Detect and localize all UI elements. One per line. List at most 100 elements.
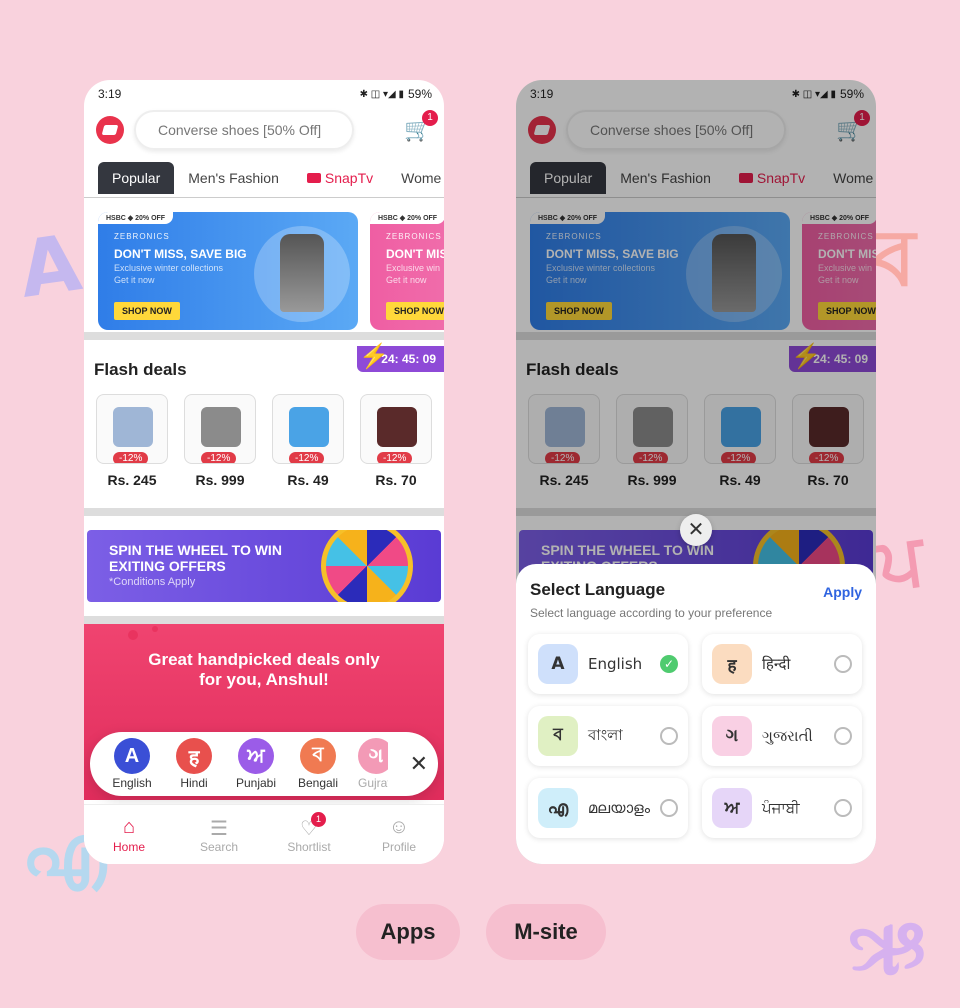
- tab-popular[interactable]: Popular: [98, 161, 175, 194]
- language-option-punjabi[interactable]: ਅ ਪੰਜਾਬੀ: [702, 778, 862, 838]
- product-list: -12% Rs. 245 -12% Rs. 999 -12% Rs. 49 -1…: [94, 394, 434, 488]
- heart-icon: ♡: [300, 817, 318, 840]
- snapdeal-logo-icon[interactable]: [528, 116, 556, 144]
- lang-chip-bengali[interactable]: ব Bengali: [296, 738, 340, 790]
- hindi-glyph-icon: ह: [712, 644, 752, 684]
- apps-phone: 3:19 ✱ ◫ ▾◢ ▮ 59% Converse shoes [50% Of…: [84, 80, 444, 864]
- language-option-english[interactable]: A English ✓: [528, 634, 688, 694]
- banner-brand: ZEBRONICS: [386, 232, 442, 241]
- product-card[interactable]: -12% Rs. 999: [184, 394, 256, 488]
- bengali-glyph-icon: ব: [300, 738, 336, 774]
- banner-brand: ZEBRONICS: [818, 232, 874, 241]
- product-image: -12%: [96, 394, 168, 464]
- product-image: -12%: [704, 394, 776, 464]
- lang-chip-punjabi[interactable]: ਅ Punjabi: [234, 738, 278, 790]
- product-card[interactable]: -12% Rs. 49: [704, 394, 776, 488]
- product-price: Rs. 49: [719, 472, 761, 488]
- promo-banner[interactable]: HSBC ◆ 20% OFF ZEBRONICS DON'T MIS Exclu…: [802, 212, 876, 330]
- language-picker-bar: A English ह Hindi ਅ Punjabi ব Bengali ગ …: [90, 732, 438, 796]
- search-icon: ☰: [210, 817, 228, 840]
- deals-line2: for you, Anshul!: [199, 670, 329, 689]
- promo-banner[interactable]: HSBC ◆ 20% OFF ZEBRONICS DON'T MIS Exclu…: [370, 212, 444, 330]
- snapdeal-logo-icon[interactable]: [96, 116, 124, 144]
- promo-banner[interactable]: HSBC ◆ 20% OFF ZEBRONICS DON'T MISS, SAV…: [530, 212, 790, 330]
- shop-now-button[interactable]: SHOP NOW: [546, 302, 612, 320]
- close-icon[interactable]: ✕: [410, 751, 428, 777]
- product-price: Rs. 999: [195, 472, 245, 488]
- search-input[interactable]: Converse shoes [50% Off]: [134, 110, 354, 150]
- deals-line1: Great handpicked deals only: [148, 650, 380, 669]
- tab-snaptv[interactable]: SnapTv: [293, 162, 387, 194]
- radio-button[interactable]: [660, 727, 678, 745]
- shop-now-button[interactable]: SHOP NOW: [818, 302, 876, 320]
- juicer-image: [280, 234, 324, 312]
- product-price: Rs. 245: [539, 472, 589, 488]
- language-option-gujarati[interactable]: ગ ગુજરાતી: [702, 706, 862, 766]
- status-time: 3:19: [98, 87, 122, 101]
- radio-button[interactable]: [834, 799, 852, 817]
- sheet-subtitle: Select language according to your prefer…: [530, 606, 773, 620]
- lang-chip-english[interactable]: A English: [110, 738, 154, 790]
- nav-profile[interactable]: ☺ Profile: [364, 816, 434, 854]
- product-card[interactable]: -12% Rs. 245: [96, 394, 168, 488]
- nav-home[interactable]: ⌂ Home: [94, 816, 164, 854]
- prize-wheel-icon: [321, 530, 413, 602]
- discount-badge: -12%: [809, 452, 845, 463]
- lang-chip-hindi[interactable]: ह Hindi: [172, 738, 216, 790]
- nav-shortlist[interactable]: ♡ 1 Shortlist: [274, 811, 344, 854]
- product-image: -12%: [360, 394, 432, 464]
- spin-wheel-banner[interactable]: SPIN THE WHEEL TO WIN EXITING OFFERS *Co…: [87, 530, 441, 602]
- product-card[interactable]: -12% Rs. 245: [528, 394, 600, 488]
- product-card[interactable]: -12% Rs. 70: [792, 394, 864, 488]
- radio-button[interactable]: [834, 727, 852, 745]
- tab-popular[interactable]: Popular: [530, 161, 607, 194]
- decor-letter-bengali: ব: [872, 214, 916, 304]
- language-option-bengali[interactable]: ব বাংলা: [528, 706, 688, 766]
- promo-banner[interactable]: HSBC ◆ 20% OFF ZEBRONICS DON'T MISS, SAV…: [98, 212, 358, 330]
- juicer-image: [712, 234, 756, 312]
- shop-now-button[interactable]: SHOP NOW: [114, 302, 180, 320]
- deal-timer: ⚡ 24: 45: 09: [357, 343, 444, 372]
- lang-chip-gujarati[interactable]: ગ Gujrat: [358, 738, 388, 790]
- bottom-nav: ⌂ Home ☰ Search ♡ 1 Shortlist ☺ Profile: [84, 804, 444, 864]
- app-header: Converse shoes [50% Off] 🛒 1: [84, 108, 444, 152]
- product-card[interactable]: -12% Rs. 70: [360, 394, 432, 488]
- banner-tag: HSBC ◆ 20% OFF: [802, 212, 876, 224]
- msite-label: M-site: [486, 904, 606, 960]
- tab-womens[interactable]: Wome: [387, 162, 444, 194]
- tab-snaptv[interactable]: SnapTv: [725, 162, 819, 194]
- cart-badge: 1: [854, 110, 870, 126]
- decor-letter-punjabi: ਪ: [872, 517, 929, 605]
- language-option-hindi[interactable]: ह हिन्दी: [702, 634, 862, 694]
- nav-search[interactable]: ☰ Search: [184, 816, 254, 854]
- tab-mens-fashion[interactable]: Men's Fashion: [174, 162, 293, 194]
- lightning-icon: ⚡: [791, 343, 822, 370]
- discount-badge: -12%: [113, 452, 149, 463]
- search-input[interactable]: Converse shoes [50% Off]: [566, 110, 786, 150]
- product-image: -12%: [272, 394, 344, 464]
- discount-badge: -12%: [545, 452, 581, 463]
- tab-womens[interactable]: Wome: [819, 162, 876, 194]
- english-glyph-icon: A: [538, 644, 578, 684]
- cart-icon[interactable]: 🛒 1: [404, 110, 438, 144]
- check-icon[interactable]: ✓: [660, 655, 678, 673]
- close-sheet-button[interactable]: ✕: [680, 514, 712, 546]
- product-image: -12%: [184, 394, 256, 464]
- cart-icon[interactable]: 🛒 1: [836, 110, 870, 144]
- language-option-malayalam[interactable]: എ മലയാളം: [528, 778, 688, 838]
- apply-button[interactable]: Apply: [823, 584, 862, 600]
- product-card[interactable]: -12% Rs. 49: [272, 394, 344, 488]
- radio-button[interactable]: [834, 655, 852, 673]
- banner-headline: DON'T MIS: [386, 247, 444, 261]
- banner-tag: HSBC ◆ 20% OFF: [98, 212, 174, 224]
- promo-banners: HSBC ◆ 20% OFF ZEBRONICS DON'T MISS, SAV…: [516, 198, 876, 332]
- status-bar: 3:19 ✱ ◫ ▾◢ ▮ 59%: [516, 80, 876, 108]
- deal-timer: ⚡ 24: 45: 09: [789, 343, 876, 372]
- discount-badge: -12%: [289, 452, 325, 463]
- shop-now-button[interactable]: SHOP NOW: [386, 302, 444, 320]
- tv-icon: [738, 172, 753, 183]
- product-card[interactable]: -12% Rs. 999: [616, 394, 688, 488]
- status-time: 3:19: [530, 87, 554, 101]
- radio-button[interactable]: [660, 799, 678, 817]
- tab-mens-fashion[interactable]: Men's Fashion: [606, 162, 725, 194]
